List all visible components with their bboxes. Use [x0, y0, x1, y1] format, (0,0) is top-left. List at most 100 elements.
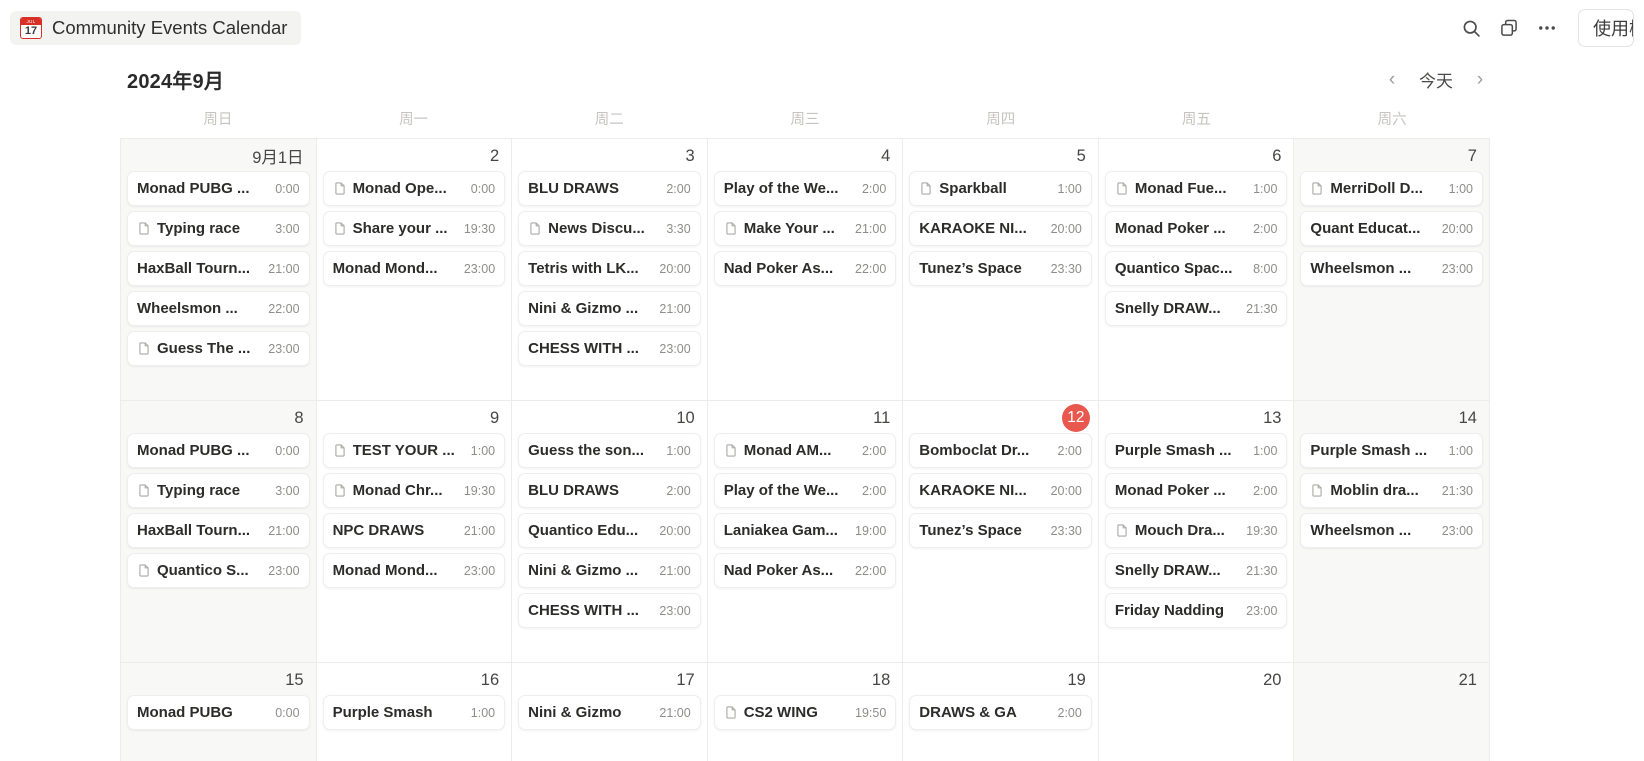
day-cell[interactable]: 7MerriDoll D...1:00Quant Educat...20:00W…	[1294, 139, 1490, 401]
event-item[interactable]: Share your ...19:30	[323, 211, 506, 246]
event-item[interactable]: Nini & Gizmo ...21:00	[518, 553, 701, 588]
day-cell[interactable]: 18CS2 WING19:50	[708, 663, 904, 761]
event-list: Play of the We...2:00 Make Your ...21:00 N…	[714, 171, 897, 286]
event-item[interactable]: Monad PUBG ...0:00	[127, 433, 310, 468]
event-item[interactable]: Typing race3:00	[127, 211, 310, 246]
event-item[interactable]: Monad Fue...1:00	[1105, 171, 1288, 206]
event-item[interactable]: Monad Poker ...2:00	[1105, 211, 1288, 246]
day-cell[interactable]: 21	[1294, 663, 1490, 761]
use-template-button[interactable]: 使用模板	[1578, 9, 1634, 47]
event-item[interactable]: Make Your ...21:00	[714, 211, 897, 246]
event-time: 21:00	[659, 302, 690, 316]
event-item[interactable]: Wheelsmon ...22:00	[127, 291, 310, 326]
event-item[interactable]: NPC DRAWS21:00	[323, 513, 506, 548]
event-item[interactable]: Snelly DRAW...21:30	[1105, 553, 1288, 588]
event-item[interactable]: Quantico S...23:00	[127, 553, 310, 588]
more-options-icon[interactable]	[1528, 11, 1566, 45]
day-cell[interactable]: 2Monad Ope...0:00Share your ...19:30Mona…	[317, 139, 513, 401]
day-cell[interactable]: 19DRAWS & GA2:00	[903, 663, 1099, 761]
event-item[interactable]: Tunez’s Space23:30	[909, 513, 1092, 548]
event-title: Wheelsmon ...	[1310, 522, 1435, 539]
event-title: BLU DRAWS	[528, 180, 660, 197]
event-item[interactable]: Sparkball1:00	[909, 171, 1092, 206]
search-icon[interactable]	[1452, 11, 1490, 45]
event-item[interactable]: MerriDoll D...1:00	[1300, 171, 1483, 206]
event-item[interactable]: Nini & Gizmo21:00	[518, 695, 701, 730]
day-cell[interactable]: 5Sparkball1:00KARAOKE NI...20:00Tunez’s …	[903, 139, 1099, 401]
event-item[interactable]: HaxBall Tourn...21:00	[127, 513, 310, 548]
day-cell[interactable]: 17Nini & Gizmo21:00	[512, 663, 708, 761]
day-cell[interactable]: 10Guess the son...1:00BLU DRAWS2:00Quant…	[512, 401, 708, 663]
event-time: 21:00	[855, 222, 886, 236]
event-item[interactable]: Wheelsmon ...23:00	[1300, 251, 1483, 286]
event-item[interactable]: Laniakea Gam...19:00	[714, 513, 897, 548]
event-item[interactable]: Snelly DRAW...21:30	[1105, 291, 1288, 326]
duplicate-icon[interactable]	[1490, 11, 1528, 45]
event-item[interactable]: Nad Poker As...22:00	[714, 553, 897, 588]
event-item[interactable]: Monad PUBG0:00	[127, 695, 310, 730]
event-item[interactable]: Guess The ...23:00	[127, 331, 310, 366]
day-cell[interactable]: 6Monad Fue...1:00Monad Poker ...2:00Quan…	[1099, 139, 1295, 401]
document-icon	[137, 483, 151, 498]
day-cell[interactable]: 13Purple Smash ...1:00Monad Poker ...2:0…	[1099, 401, 1295, 663]
event-item[interactable]: Quantico Spac...8:00	[1105, 251, 1288, 286]
event-item[interactable]: Typing race3:00	[127, 473, 310, 508]
event-item[interactable]: CHESS WITH ...23:00	[518, 593, 701, 628]
event-list: Monad AM...2:00 Play of the We...2:00 Lani…	[714, 433, 897, 588]
day-cell[interactable]: 8Monad PUBG ...0:00Typing race3:00HaxBal…	[121, 401, 317, 663]
day-cell[interactable]: 11Monad AM...2:00Play of the We...2:00La…	[708, 401, 904, 663]
event-item[interactable]: Guess the son...1:00	[518, 433, 701, 468]
today-button[interactable]: 今天	[1415, 65, 1457, 94]
event-item[interactable]: HaxBall Tourn...21:00	[127, 251, 310, 286]
event-item[interactable]: Play of the We...2:00	[714, 473, 897, 508]
event-item[interactable]: DRAWS & GA2:00	[909, 695, 1092, 730]
event-item[interactable]: TEST YOUR ...1:00	[323, 433, 506, 468]
event-item[interactable]: News Discu...3:30	[518, 211, 701, 246]
prev-month-button[interactable]: ‹	[1383, 70, 1401, 89]
event-item[interactable]: Monad Mond...23:00	[323, 553, 506, 588]
event-item[interactable]: Purple Smash1:00	[323, 695, 506, 730]
event-item[interactable]: Purple Smash ...1:00	[1300, 433, 1483, 468]
day-cell[interactable]: 16Purple Smash1:00	[317, 663, 513, 761]
page-breadcrumb-chip[interactable]: JUL 17 Community Events Calendar	[10, 11, 301, 45]
day-cell[interactable]: 20	[1099, 663, 1295, 761]
event-item[interactable]: Nini & Gizmo ...21:00	[518, 291, 701, 326]
event-time: 20:00	[659, 524, 690, 538]
event-item[interactable]: Moblin dra...21:30	[1300, 473, 1483, 508]
event-item[interactable]: CS2 WING19:50	[714, 695, 897, 730]
day-cell[interactable]: 15Monad PUBG0:00	[121, 663, 317, 761]
event-item[interactable]: Monad PUBG ...0:00	[127, 171, 310, 206]
event-time: 22:00	[855, 564, 886, 578]
event-item[interactable]: BLU DRAWS2:00	[518, 473, 701, 508]
event-item[interactable]: Friday Nadding23:00	[1105, 593, 1288, 628]
event-item[interactable]: Monad Poker ...2:00	[1105, 473, 1288, 508]
day-cell[interactable]: 14Purple Smash ...1:00Moblin dra...21:30…	[1294, 401, 1490, 663]
event-item[interactable]: BLU DRAWS2:00	[518, 171, 701, 206]
event-item[interactable]: Monad Ope...0:00	[323, 171, 506, 206]
event-item[interactable]: Tetris with LK...20:00	[518, 251, 701, 286]
event-item[interactable]: Nad Poker As...22:00	[714, 251, 897, 286]
event-item[interactable]: KARAOKE NI...20:00	[909, 473, 1092, 508]
event-item[interactable]: Purple Smash ...1:00	[1105, 433, 1288, 468]
event-item[interactable]: Monad Chr...19:30	[323, 473, 506, 508]
event-time: 21:30	[1246, 302, 1277, 316]
event-item[interactable]: Wheelsmon ...23:00	[1300, 513, 1483, 548]
day-cell[interactable]: 9TEST YOUR ...1:00Monad Chr...19:30NPC D…	[317, 401, 513, 663]
day-cell[interactable]: 3BLU DRAWS2:00News Discu...3:30Tetris wi…	[512, 139, 708, 401]
event-item[interactable]: Bomboclat Dr...2:00	[909, 433, 1092, 468]
event-item[interactable]: KARAOKE NI...20:00	[909, 211, 1092, 246]
event-item[interactable]: CHESS WITH ...23:00	[518, 331, 701, 366]
document-icon	[333, 443, 347, 458]
day-cell[interactable]: 9月1日Monad PUBG ...0:00Typing race3:00Hax…	[121, 139, 317, 401]
event-item[interactable]: Monad AM...2:00	[714, 433, 897, 468]
event-item[interactable]: Tunez’s Space23:30	[909, 251, 1092, 286]
event-item[interactable]: Mouch Dra...19:30	[1105, 513, 1288, 548]
event-item[interactable]: Play of the We...2:00	[714, 171, 897, 206]
month-title: 2024年9月	[127, 65, 224, 94]
event-item[interactable]: Quantico Edu...20:00	[518, 513, 701, 548]
event-item[interactable]: Quant Educat...20:00	[1300, 211, 1483, 246]
next-month-button[interactable]: ›	[1471, 70, 1489, 89]
event-item[interactable]: Monad Mond...23:00	[323, 251, 506, 286]
day-cell[interactable]: 4Play of the We...2:00Make Your ...21:00…	[708, 139, 904, 401]
day-cell[interactable]: 12Bomboclat Dr...2:00KARAOKE NI...20:00T…	[903, 401, 1099, 663]
